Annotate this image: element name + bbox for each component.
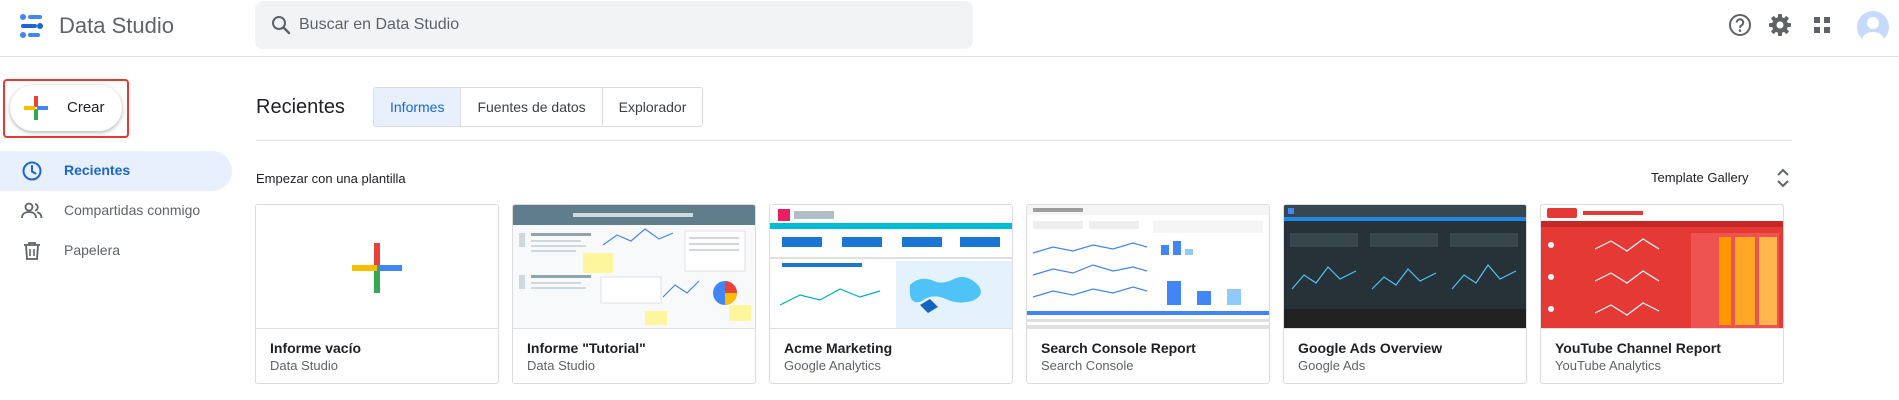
template-thumbnail [1027, 205, 1269, 329]
sidebar-item-recientes[interactable]: Recientes [0, 151, 232, 191]
create-button-label: Crear [67, 99, 105, 116]
tab-fuentes-de-datos[interactable]: Fuentes de datos [461, 88, 603, 126]
template-source: Google Ads [1298, 358, 1366, 373]
trash-icon [24, 242, 40, 260]
template-source: Data Studio [527, 358, 595, 373]
sidebar-item-label: Compartidas conmigo [64, 202, 201, 218]
template-source: Google Analytics [784, 358, 881, 373]
template-thumbnail [513, 205, 755, 329]
youtube-preview-image [1541, 205, 1783, 328]
template-name: Acme Marketing [784, 340, 893, 356]
template-gallery-label: Template Gallery [1651, 170, 1749, 185]
search-input[interactable] [299, 9, 939, 41]
data-studio-logo-icon[interactable] [18, 12, 46, 40]
sidebar-item-compartidas[interactable]: Compartidas conmigo [0, 191, 232, 231]
apps-grid-icon[interactable] [1809, 12, 1835, 38]
template-card-acme-marketing[interactable]: Acme Marketing Google Analytics [769, 204, 1013, 384]
template-source: YouTube Analytics [1555, 358, 1661, 373]
divider [256, 140, 1792, 141]
user-avatar[interactable] [1857, 11, 1889, 43]
template-card-search-console[interactable]: Search Console Report Search Console [1026, 204, 1270, 384]
google-ads-preview-image [1284, 205, 1526, 328]
template-card-youtube[interactable]: YouTube Channel Report YouTube Analytics [1540, 204, 1784, 384]
template-gallery-toggle[interactable]: Template Gallery [1651, 168, 1789, 188]
page-title: Recientes [256, 96, 345, 118]
template-name: YouTube Channel Report [1555, 340, 1721, 356]
template-thumbnail [770, 205, 1012, 329]
settings-gear-icon[interactable] [1767, 12, 1793, 38]
template-name: Google Ads Overview [1298, 340, 1443, 356]
clock-icon [22, 161, 42, 181]
large-plus-icon [352, 243, 402, 293]
help-icon[interactable] [1727, 12, 1753, 38]
template-card-tutorial[interactable]: Informe "Tutorial" Data Studio [512, 204, 756, 384]
search-console-preview-image [1027, 205, 1269, 328]
template-thumbnail [256, 205, 498, 329]
plus-color-icon [24, 96, 48, 120]
template-card-blank[interactable]: Informe vacío Data Studio [255, 204, 499, 384]
sidebar-item-label: Papelera [64, 242, 121, 258]
template-source: Search Console [1041, 358, 1134, 373]
search-bar[interactable] [255, 1, 973, 49]
template-heading: Empezar con una plantilla [256, 171, 406, 186]
acme-preview-image [770, 205, 1012, 328]
template-source: Data Studio [270, 358, 338, 373]
people-icon [21, 202, 43, 219]
tab-bar: Informes Fuentes de datos Explorador [373, 87, 704, 127]
expand-chevrons-icon [1777, 168, 1789, 188]
tab-explorador[interactable]: Explorador [603, 88, 703, 126]
template-name: Search Console Report [1041, 340, 1196, 356]
create-button-highlight: Crear [3, 79, 129, 138]
search-icon[interactable] [269, 13, 293, 37]
avatar-person-icon [1862, 17, 1884, 43]
tutorial-preview-image [513, 205, 755, 328]
sidebar-item-label: Recientes [64, 162, 131, 178]
tab-informes[interactable]: Informes [374, 88, 462, 126]
template-card-google-ads[interactable]: Google Ads Overview Google Ads [1283, 204, 1527, 384]
create-button[interactable]: Crear [10, 85, 122, 131]
app-title: Data Studio [59, 13, 174, 38]
template-name: Informe "Tutorial" [527, 340, 646, 356]
top-bar: Data Studio [0, 0, 1899, 57]
template-thumbnail [1284, 205, 1526, 329]
template-thumbnail [1541, 205, 1783, 329]
sidebar-item-papelera[interactable]: Papelera [0, 231, 232, 271]
template-name: Informe vacío [270, 340, 362, 356]
